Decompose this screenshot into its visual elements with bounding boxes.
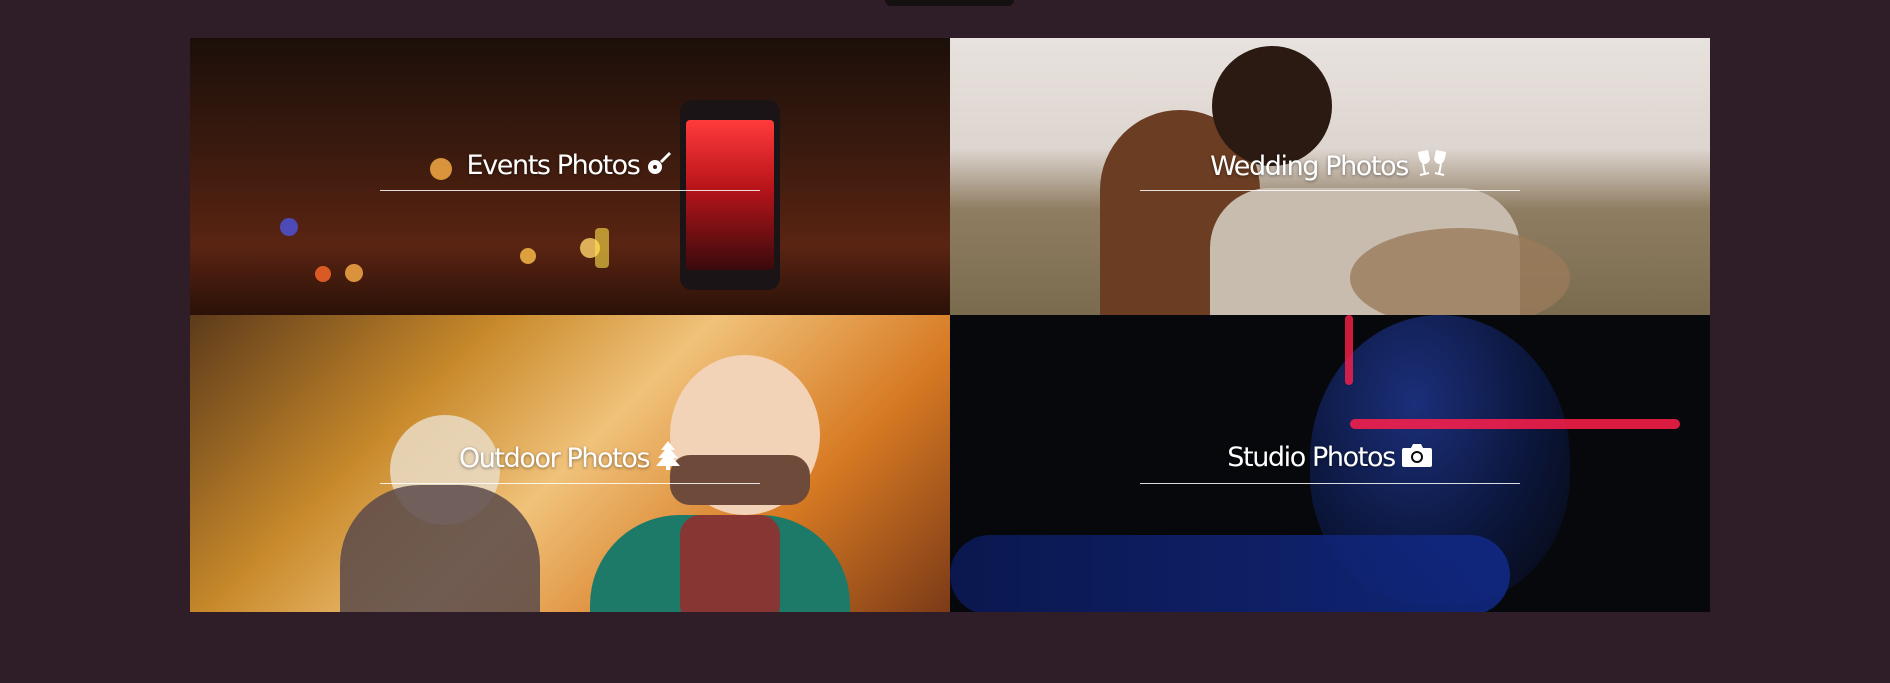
wedding-photos-caption: Wedding Photos	[1140, 148, 1520, 188]
top-tab-handle	[885, 0, 1014, 6]
wedding-photos-label: Wedding Photos	[1210, 151, 1409, 182]
wedding-photos-tile[interactable]: Wedding Photos	[950, 38, 1710, 315]
champagne-glasses-icon	[1414, 148, 1450, 188]
guitar-icon	[645, 149, 673, 187]
studio-photos-tile[interactable]: Studio Photos	[950, 315, 1710, 612]
outdoor-photos-label: Outdoor Photos	[458, 443, 651, 474]
events-photos-caption: Events Photos	[380, 148, 760, 187]
outdoor-photos-caption: Outdoor Photos	[380, 440, 760, 480]
photo-category-grid: Events Photos Wedding Photos Outdoor Pho…	[190, 38, 1710, 612]
tree-icon	[655, 440, 681, 480]
events-photos-tile[interactable]: Events Photos	[190, 38, 950, 315]
studio-photos-underline	[1140, 483, 1520, 484]
studio-photos-caption: Studio Photos	[1140, 440, 1520, 479]
camera-icon	[1401, 441, 1433, 479]
events-photos-underline	[380, 190, 760, 191]
outdoor-photos-tile[interactable]: Outdoor Photos	[190, 315, 950, 612]
events-photos-label: Events Photos	[466, 150, 641, 181]
studio-photos-label: Studio Photos	[1227, 442, 1396, 473]
wedding-photos-underline	[1140, 190, 1520, 191]
outdoor-photos-underline	[380, 483, 760, 484]
